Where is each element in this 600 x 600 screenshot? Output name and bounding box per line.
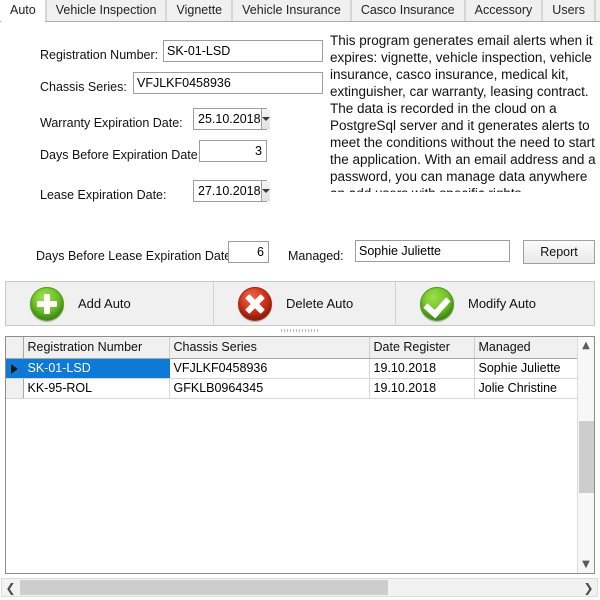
days-before-expiration-date-input[interactable] — [199, 140, 267, 162]
days-before-lease-expiration-date-label: Days Before Lease Expiration Date: — [36, 249, 235, 263]
chevron-left-icon: ❮ — [5, 580, 16, 595]
managed-label: Managed: — [288, 249, 344, 263]
lease-date-dropdown-button[interactable] — [260, 181, 270, 201]
warranty-date-dropdown-button[interactable] — [260, 109, 270, 129]
scroll-right-button[interactable]: ❯ — [580, 579, 597, 596]
tab-accessory[interactable]: Accessory — [464, 0, 543, 21]
scroll-down-button[interactable]: ▼ — [578, 556, 594, 573]
plus-circle-green-icon — [30, 286, 64, 321]
cell-managed[interactable]: Jolie Christine — [474, 378, 577, 399]
splitter-grip-icon — [281, 329, 319, 332]
days-before-lease-expiration-date-input[interactable] — [228, 241, 269, 263]
grid-table: Registration Number Chassis Series Date … — [6, 337, 577, 399]
cell-date-register[interactable]: 19.10.2018 — [369, 358, 475, 379]
grid-column-header-chassis-series[interactable]: Chassis Series — [169, 337, 370, 359]
grid-scroll-region: Registration Number Chassis Series Date … — [6, 337, 577, 573]
lease-expiration-date-value: 27.10.2018 — [198, 184, 261, 198]
auto-data-grid: Registration Number Chassis Series Date … — [5, 336, 595, 574]
row-selector-cell[interactable] — [6, 378, 24, 399]
delete-auto-label: Delete Auto — [286, 296, 354, 311]
cell-managed[interactable]: Sophie Juliette — [474, 358, 577, 379]
chevron-up-icon: ▲ — [582, 339, 590, 351]
scroll-up-button[interactable]: ▲ — [578, 337, 594, 354]
row-selector-cell[interactable] — [6, 358, 24, 379]
lease-expiration-date-label: Lease Expiration Date: — [40, 188, 167, 202]
warranty-expiration-date-picker[interactable]: 25.10.2018 — [193, 108, 270, 130]
current-row-arrow-icon — [11, 363, 18, 374]
cell-chassis-series[interactable]: VFJLKF0458936 — [169, 358, 370, 379]
grid-column-header-registration-number[interactable]: Registration Number — [23, 337, 170, 359]
cell-date-register[interactable]: 19.10.2018 — [369, 378, 475, 399]
check-circle-green-icon — [420, 286, 454, 321]
delete-auto-button[interactable]: Delete Auto — [214, 282, 396, 325]
tab-auto[interactable]: Auto — [0, 0, 46, 22]
chassis-series-label: Chassis Series: — [40, 80, 127, 94]
chassis-series-input[interactable] — [133, 72, 323, 94]
tab-casco-insurance[interactable]: Casco Insurance — [350, 0, 465, 21]
add-auto-label: Add Auto — [78, 296, 131, 311]
tab-vehicle-inspection[interactable]: Vehicle Inspection — [45, 0, 167, 21]
cell-chassis-series[interactable]: GFKLB0964345 — [169, 378, 370, 399]
scroll-left-button[interactable]: ❮ — [2, 579, 19, 596]
registration-number-input[interactable] — [163, 40, 323, 62]
grid-vertical-scrollbar[interactable]: ▲ ▼ — [577, 337, 594, 573]
lease-expiration-date-picker[interactable]: 27.10.2018 — [193, 180, 270, 202]
days-before-expiration-date-label: Days Before Expiration Date: — [40, 148, 202, 162]
chevron-right-icon: ❯ — [583, 580, 594, 595]
table-row[interactable]: KK-95-ROL GFKLB0964345 19.10.2018 Jolie … — [6, 378, 577, 399]
grid-vertical-scrollbar-thumb[interactable] — [579, 421, 594, 493]
report-button[interactable]: Report — [523, 240, 595, 264]
window-horizontal-scrollbar[interactable]: ❮ ❯ — [1, 578, 598, 597]
managed-input[interactable] — [355, 240, 510, 262]
panel-splitter[interactable] — [0, 327, 600, 334]
cell-registration-number[interactable]: SK-01-LSD — [23, 358, 170, 379]
registration-number-label: Registration Number: — [40, 48, 159, 62]
grid-corner-cell — [6, 337, 24, 359]
modify-auto-label: Modify Auto — [468, 296, 536, 311]
chevron-down-icon — [261, 117, 270, 121]
x-circle-red-icon — [238, 286, 272, 321]
chevron-down-icon — [261, 189, 270, 193]
tab-users[interactable]: Users — [542, 0, 595, 21]
grid-column-header-date-register[interactable]: Date Register — [369, 337, 475, 359]
warranty-expiration-date-label: Warranty Expiration Date: — [40, 116, 183, 130]
add-auto-button[interactable]: Add Auto — [6, 282, 214, 325]
modify-auto-button[interactable]: Modify Auto — [396, 282, 594, 325]
program-description-text: This program generates email alerts when… — [330, 33, 596, 192]
tab-vignette[interactable]: Vignette — [166, 0, 233, 21]
warranty-expiration-date-value: 25.10.2018 — [198, 112, 261, 126]
tab-bar: Auto Vehicle Inspection Vignette Vehicle… — [0, 0, 600, 22]
auto-form-panel: Registration Number: Chassis Series: War… — [0, 22, 600, 278]
tab-vehicle-insurance[interactable]: Vehicle Insurance — [232, 0, 351, 21]
chevron-down-icon: ▼ — [582, 558, 590, 570]
window-horizontal-scrollbar-thumb[interactable] — [20, 580, 388, 595]
cell-registration-number[interactable]: KK-95-ROL — [23, 378, 170, 399]
tab-about[interactable]: About — [594, 0, 600, 21]
grid-header-row: Registration Number Chassis Series Date … — [6, 337, 577, 359]
action-toolbar: Add Auto Delete Auto Modify Auto — [5, 281, 595, 326]
grid-column-header-managed[interactable]: Managed — [474, 337, 577, 359]
table-row[interactable]: SK-01-LSD VFJLKF0458936 19.10.2018 Sophi… — [6, 358, 577, 379]
